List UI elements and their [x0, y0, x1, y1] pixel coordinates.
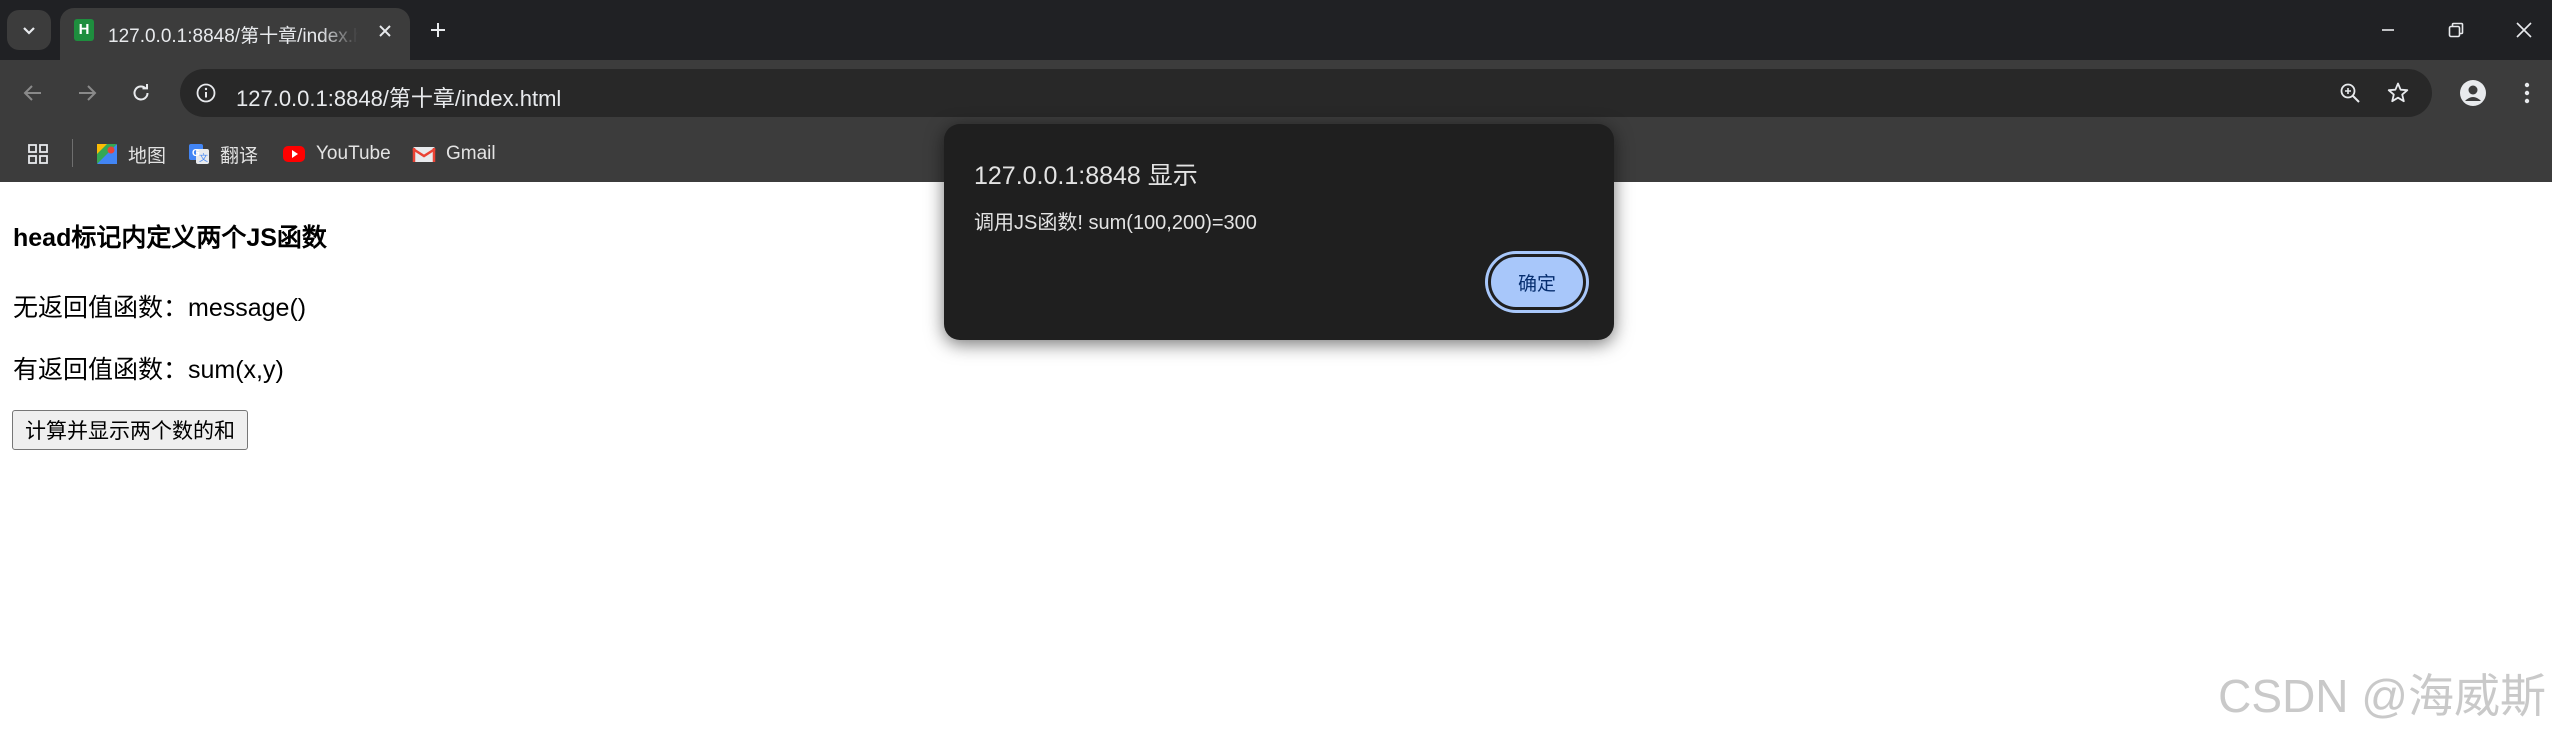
- reload-icon: [133, 84, 149, 101]
- alert-dialog: 127.0.0.1:8848 显示 调用JS函数! sum(100,200)=3…: [944, 124, 1614, 340]
- svg-text:文: 文: [199, 152, 208, 164]
- apps-grid-icon[interactable]: [24, 140, 52, 168]
- bookmark-label: YouTube: [316, 143, 391, 164]
- minimize-button[interactable]: [2358, 6, 2418, 54]
- more-vert-icon: [2524, 82, 2530, 104]
- tab-close-button[interactable]: [372, 18, 398, 44]
- youtube-icon: [283, 146, 305, 162]
- no-return-function-text: 无返回值函数：message(): [13, 294, 307, 322]
- bookmark-label: 地图: [128, 145, 167, 167]
- bookmark-star-icon[interactable]: [2384, 79, 2412, 107]
- bookmark-maps[interactable]: 地图: [96, 138, 166, 170]
- new-tab-button[interactable]: [422, 14, 454, 46]
- csdn-watermark: CSDN @海威斯: [2218, 670, 2546, 722]
- forward-button[interactable]: [68, 74, 106, 112]
- bookmarks-separator: [72, 139, 73, 167]
- address-bar[interactable]: 127.0.0.1:8848/第十章/index.html: [180, 69, 2432, 117]
- restore-button[interactable]: [2426, 6, 2486, 54]
- site-info-icon[interactable]: [192, 79, 220, 107]
- plus-icon: [431, 23, 445, 37]
- tab-title: 127.0.0.1:8848/第十章/index.html: [108, 26, 358, 47]
- zoom-icon[interactable]: [2336, 79, 2364, 107]
- translate-icon: G 文: [189, 144, 209, 164]
- tab-search-button[interactable]: [7, 10, 51, 50]
- return-function-text: 有返回值函数：sum(x,y): [13, 356, 284, 384]
- bookmark-translate[interactable]: G 文 翻译: [188, 138, 258, 170]
- dialog-title: 127.0.0.1:8848 显示: [974, 162, 1198, 190]
- bookmark-gmail[interactable]: Gmail: [412, 138, 496, 170]
- calculate-sum-button[interactable]: 计算并显示两个数的和: [12, 410, 248, 450]
- reload-button[interactable]: [122, 74, 160, 112]
- gmail-icon: [412, 147, 436, 162]
- arrow-left-icon: [23, 85, 41, 101]
- dialog-message: 调用JS函数! sum(100,200)=300: [974, 212, 1257, 234]
- close-icon: [2516, 22, 2532, 38]
- restore-icon: [2448, 22, 2464, 38]
- chevron-down-icon: [23, 27, 35, 35]
- profile-icon: [2460, 80, 2486, 106]
- bookmark-label: Gmail: [446, 143, 496, 164]
- minimize-icon: [2382, 29, 2394, 31]
- browser-toolbar: 127.0.0.1:8848/第十章/index.html: [0, 60, 2552, 126]
- page-heading: head标记内定义两个JS函数: [13, 224, 327, 252]
- close-icon: [379, 25, 391, 37]
- maps-icon: [97, 144, 117, 164]
- browser-tab[interactable]: H 127.0.0.1:8848/第十章/index.html: [60, 8, 410, 60]
- title-bar: H 127.0.0.1:8848/第十章/index.html: [0, 0, 2552, 60]
- bookmark-youtube[interactable]: YouTube: [282, 138, 391, 170]
- arrow-right-icon: [79, 85, 97, 101]
- bookmark-label: 翻译: [220, 145, 259, 167]
- tab-favicon-icon: H: [74, 19, 94, 41]
- back-button[interactable]: [14, 74, 52, 112]
- menu-button[interactable]: [2508, 74, 2546, 112]
- profile-button[interactable]: [2454, 74, 2492, 112]
- address-url: 127.0.0.1:8848/第十章/index.html: [236, 86, 562, 111]
- close-window-button[interactable]: [2494, 6, 2552, 54]
- dialog-ok-button[interactable]: 确定: [1488, 254, 1586, 310]
